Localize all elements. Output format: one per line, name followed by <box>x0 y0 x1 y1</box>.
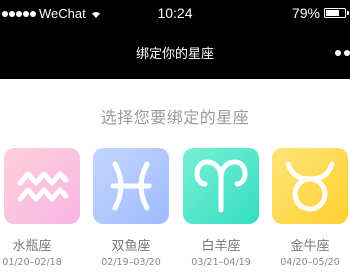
battery-area: 79% <box>291 5 349 21</box>
zodiac-tile-taurus[interactable] <box>272 148 348 224</box>
status-bar: WeChat 10:24 79% <box>0 0 350 27</box>
zodiac-name-aquarius: 水瓶座 <box>12 239 52 254</box>
aries-icon <box>194 159 248 213</box>
zodiac-name-taurus: 金牛座 <box>290 239 330 254</box>
zodiac-dates-aquarius: 01/20–02/18 <box>2 257 62 268</box>
select-prompt: 选择您要绑定的星座 <box>100 108 250 127</box>
zodiac-dates-pisces: 02/19–03/20 <box>101 257 161 268</box>
battery-percentage: 79% <box>291 5 320 21</box>
zodiac-name-aries: 白羊座 <box>201 239 241 254</box>
zodiac-tile-aries[interactable] <box>183 148 259 224</box>
more-dots-icon[interactable] <box>335 50 350 56</box>
battery-icon <box>324 8 349 18</box>
zodiac-dates-taurus: 04/20–05/20 <box>280 257 340 268</box>
pisces-icon <box>110 161 152 211</box>
navigation-bar: 绑定你的星座 <box>0 27 350 79</box>
zodiac-tile-aquarius[interactable] <box>4 148 80 224</box>
aquarius-icon <box>17 171 69 202</box>
page-title: 绑定你的星座 <box>135 47 214 62</box>
taurus-icon <box>285 161 335 212</box>
zodiac-name-pisces: 双鱼座 <box>111 239 151 254</box>
zodiac-tile-pisces[interactable] <box>93 148 169 224</box>
zodiac-dates-aries: 03/21–04/19 <box>191 257 251 268</box>
